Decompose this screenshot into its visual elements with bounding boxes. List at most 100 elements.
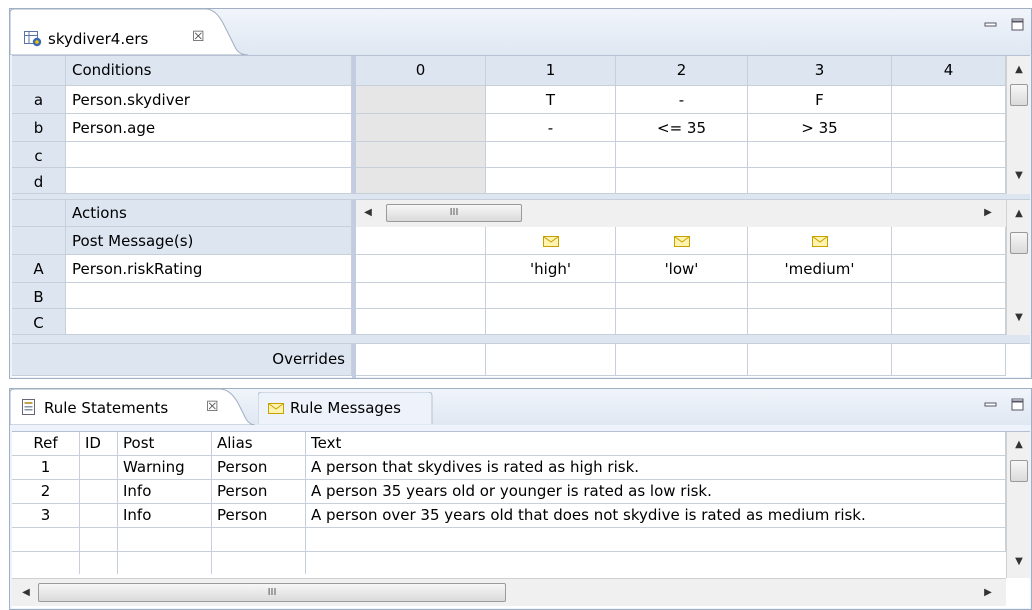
statement-alias[interactable]: Person <box>212 480 306 504</box>
scroll-down-icon[interactable]: ▼ <box>1012 170 1026 181</box>
condition-cell[interactable] <box>486 168 616 194</box>
action-cell[interactable] <box>892 309 1006 335</box>
condition-cell[interactable]: > 35 <box>748 114 892 142</box>
action-cell[interactable]: 'medium' <box>748 255 892 283</box>
override-cell[interactable] <box>356 344 486 376</box>
column-header[interactable]: 4 <box>892 56 1006 86</box>
condition-cell[interactable] <box>356 114 486 142</box>
maximize-icon[interactable] <box>1011 398 1025 412</box>
statement-ref[interactable]: 2 <box>12 480 80 504</box>
condition-cell[interactable] <box>616 168 748 194</box>
statement-ref[interactable]: 1 <box>12 456 80 480</box>
scroll-up-icon[interactable]: ▲ <box>1012 208 1026 219</box>
conditions-vertical-scrollbar[interactable]: ▲ ▼ <box>1006 56 1030 194</box>
condition-label[interactable]: Person.skydiver <box>66 86 352 114</box>
statement-ref[interactable]: 3 <box>12 504 80 528</box>
override-cell[interactable] <box>892 344 1006 376</box>
action-label[interactable] <box>66 283 352 309</box>
column-header[interactable]: 1 <box>486 56 616 86</box>
statement-alias[interactable]: Person <box>212 456 306 480</box>
column-header-post[interactable]: Post <box>118 432 212 456</box>
action-cell[interactable] <box>356 255 486 283</box>
condition-cell[interactable] <box>356 86 486 114</box>
statement-post[interactable]: Warning <box>118 456 212 480</box>
action-cell[interactable] <box>616 283 748 309</box>
action-cell[interactable] <box>616 309 748 335</box>
action-cell[interactable]: 'low' <box>616 255 748 283</box>
condition-cell[interactable]: <= 35 <box>616 114 748 142</box>
statement-id[interactable] <box>80 480 118 504</box>
action-cell[interactable] <box>356 283 486 309</box>
condition-label[interactable] <box>66 142 352 168</box>
post-message-cell[interactable] <box>486 227 616 255</box>
scroll-right-icon[interactable]: ▶ <box>982 587 994 598</box>
condition-label[interactable] <box>66 168 352 194</box>
actions-vertical-scrollbar[interactable]: ▲ ▼ <box>1006 200 1030 335</box>
action-cell[interactable] <box>892 255 1006 283</box>
scroll-thumb[interactable] <box>1010 232 1028 254</box>
statement-text[interactable] <box>306 528 1006 552</box>
scroll-up-icon[interactable]: ▲ <box>1012 439 1026 450</box>
action-cell[interactable] <box>356 309 486 335</box>
action-cell[interactable] <box>748 309 892 335</box>
condition-cell[interactable] <box>616 142 748 168</box>
minimize-icon[interactable] <box>984 18 998 32</box>
statement-post[interactable]: Info <box>118 480 212 504</box>
statement-alias[interactable]: Person <box>212 504 306 528</box>
column-header[interactable]: 0 <box>356 56 486 86</box>
scroll-thumb[interactable] <box>1010 84 1028 106</box>
action-label[interactable] <box>66 309 352 335</box>
condition-cell[interactable] <box>486 142 616 168</box>
post-message-cell[interactable] <box>356 227 486 255</box>
statement-text[interactable]: A person over 35 years old that does not… <box>306 504 1006 528</box>
columns-horizontal-scrollbar[interactable]: ◀ III ▶ <box>356 200 1006 227</box>
tab-rule-statements[interactable]: Rule Statements ☒ <box>10 389 255 425</box>
condition-cell[interactable] <box>748 168 892 194</box>
column-header[interactable]: 2 <box>616 56 748 86</box>
statement-post[interactable]: Info <box>118 504 212 528</box>
statement-text[interactable]: A person 35 years old or younger is rate… <box>306 480 1006 504</box>
post-message-cell[interactable] <box>892 227 1006 255</box>
statement-ref[interactable] <box>12 528 80 552</box>
scroll-thumb[interactable] <box>1010 460 1028 482</box>
override-cell[interactable] <box>486 344 616 376</box>
condition-cell[interactable]: F <box>748 86 892 114</box>
condition-cell[interactable] <box>356 142 486 168</box>
action-cell[interactable] <box>748 283 892 309</box>
condition-cell[interactable] <box>892 168 1006 194</box>
post-message-cell[interactable] <box>748 227 892 255</box>
condition-cell[interactable] <box>748 142 892 168</box>
action-cell[interactable] <box>486 309 616 335</box>
statement-id[interactable] <box>80 504 118 528</box>
override-cell[interactable] <box>748 344 892 376</box>
condition-cell[interactable]: - <box>616 86 748 114</box>
condition-label[interactable]: Person.age <box>66 114 352 142</box>
action-cell[interactable]: 'high' <box>486 255 616 283</box>
condition-cell[interactable]: T <box>486 86 616 114</box>
statements-horizontal-scrollbar[interactable]: ◀ III ▶ <box>12 578 1006 606</box>
tab-rule-messages[interactable]: Rule Messages <box>258 392 434 424</box>
scroll-left-icon[interactable]: ◀ <box>20 587 32 598</box>
scroll-down-icon[interactable]: ▼ <box>1012 556 1026 567</box>
action-cell[interactable] <box>486 283 616 309</box>
condition-cell[interactable] <box>892 86 1006 114</box>
column-header-ref[interactable]: Ref <box>12 432 80 456</box>
scroll-down-icon[interactable]: ▼ <box>1012 312 1026 323</box>
scroll-left-icon[interactable]: ◀ <box>362 207 374 218</box>
close-icon[interactable]: ☒ <box>206 399 219 415</box>
scroll-thumb[interactable]: III <box>386 204 522 222</box>
action-cell[interactable] <box>892 283 1006 309</box>
statements-vertical-scrollbar[interactable]: ▲ ▼ <box>1006 432 1030 578</box>
condition-cell[interactable]: - <box>486 114 616 142</box>
statement-post[interactable] <box>118 528 212 552</box>
minimize-icon[interactable] <box>984 398 998 412</box>
column-header-text[interactable]: Text <box>306 432 1006 456</box>
scroll-right-icon[interactable]: ▶ <box>982 207 994 218</box>
column-header[interactable]: 3 <box>748 56 892 86</box>
column-header-alias[interactable]: Alias <box>212 432 306 456</box>
condition-cell[interactable] <box>892 142 1006 168</box>
statement-alias[interactable] <box>212 528 306 552</box>
scroll-thumb[interactable]: III <box>38 583 506 602</box>
condition-cell[interactable] <box>356 168 486 194</box>
scroll-up-icon[interactable]: ▲ <box>1012 64 1026 75</box>
